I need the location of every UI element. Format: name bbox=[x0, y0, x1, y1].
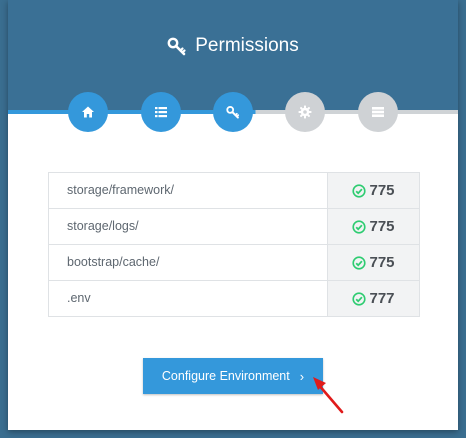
check-circle-icon bbox=[352, 219, 367, 234]
home-icon bbox=[82, 106, 94, 118]
permission-path: .env bbox=[49, 281, 328, 316]
permission-value: 775 bbox=[369, 182, 395, 199]
page-title: Permissions bbox=[8, 34, 458, 58]
installer-card: Permissions storage/framework/ 775 stora… bbox=[8, 0, 458, 430]
check-circle-icon bbox=[352, 255, 367, 270]
gear-icon bbox=[298, 105, 312, 119]
configure-environment-button[interactable]: Configure Environment › bbox=[143, 358, 323, 394]
key-icon bbox=[167, 36, 187, 56]
permission-path: storage/logs/ bbox=[49, 209, 328, 244]
table-row: storage/logs/ 775 bbox=[49, 209, 419, 245]
check-circle-icon bbox=[352, 183, 367, 198]
step-permissions[interactable] bbox=[213, 92, 253, 132]
server-icon bbox=[372, 107, 384, 117]
chevron-right-icon: › bbox=[299, 368, 305, 384]
table-row: storage/framework/ 775 bbox=[49, 173, 419, 209]
list-icon bbox=[155, 107, 167, 118]
permission-status: 777 bbox=[328, 281, 419, 316]
table-row: bootstrap/cache/ 775 bbox=[49, 245, 419, 281]
permission-path: bootstrap/cache/ bbox=[49, 245, 328, 280]
permission-status: 775 bbox=[328, 245, 419, 280]
permissions-table: storage/framework/ 775 storage/logs/ 775… bbox=[48, 172, 420, 317]
permission-value: 777 bbox=[369, 290, 395, 307]
permission-value: 775 bbox=[369, 254, 395, 271]
step-environment[interactable] bbox=[285, 92, 325, 132]
permission-status: 775 bbox=[328, 173, 419, 208]
configure-environment-label: Configure Environment bbox=[161, 369, 290, 383]
check-circle-icon bbox=[352, 291, 367, 306]
step-requirements[interactable] bbox=[141, 92, 181, 132]
permission-path: storage/framework/ bbox=[49, 173, 328, 208]
step-welcome[interactable] bbox=[68, 92, 108, 132]
key-icon bbox=[226, 106, 240, 119]
page-title-text: Permissions bbox=[195, 35, 299, 56]
table-row: .env 777 bbox=[49, 281, 419, 316]
step-final[interactable] bbox=[358, 92, 398, 132]
annotation-arrow-icon bbox=[313, 377, 344, 414]
permission-status: 775 bbox=[328, 209, 419, 244]
permission-value: 775 bbox=[369, 218, 395, 235]
